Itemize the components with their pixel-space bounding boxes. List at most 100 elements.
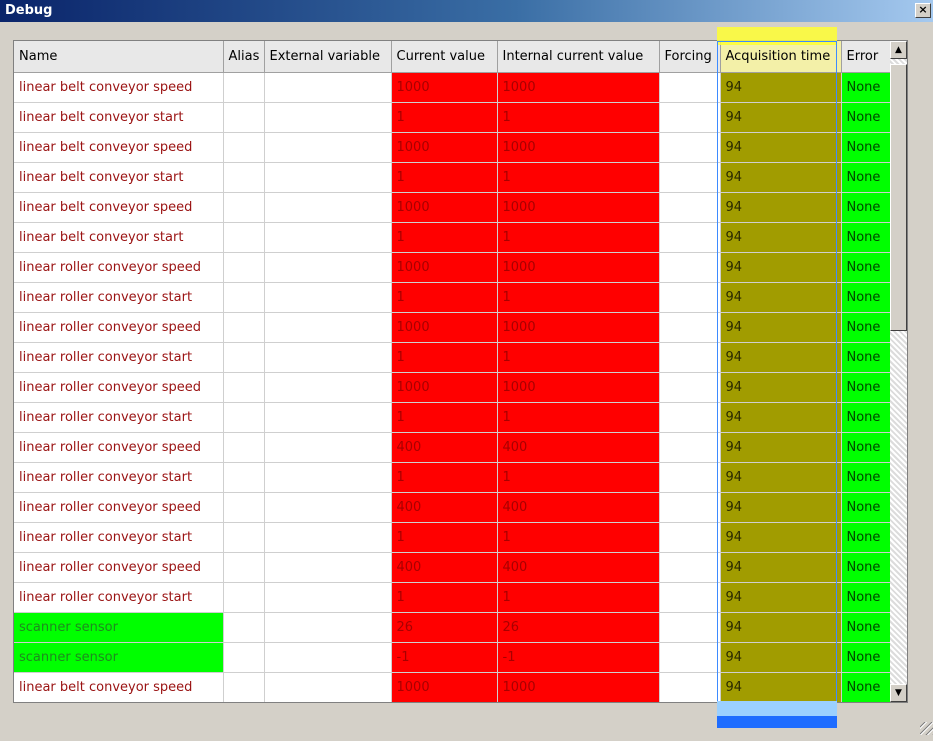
cell-external-variable[interactable] — [264, 222, 392, 253]
cell-current-value[interactable]: 400 — [391, 432, 498, 463]
cell-error[interactable]: None — [841, 312, 891, 343]
cell-name[interactable]: linear roller conveyor speed — [14, 252, 224, 283]
cell-alias[interactable] — [223, 462, 265, 493]
cell-external-variable[interactable] — [264, 672, 392, 702]
cell-current-value[interactable]: 26 — [391, 612, 498, 643]
table-row[interactable]: linear belt conveyor start 1 1 94 None — [14, 102, 891, 133]
cell-name[interactable]: scanner sensor — [14, 612, 224, 643]
cell-internal-current-value[interactable]: 400 — [497, 492, 660, 523]
cell-internal-current-value[interactable]: 1 — [497, 342, 660, 373]
cell-error[interactable]: None — [841, 222, 891, 253]
cell-acquisition-time[interactable]: 94 — [720, 522, 842, 553]
cell-alias[interactable] — [223, 72, 265, 103]
cell-name[interactable]: linear roller conveyor speed — [14, 372, 224, 403]
cell-name[interactable]: linear roller conveyor speed — [14, 492, 224, 523]
cell-current-value[interactable]: 1 — [391, 162, 498, 193]
cell-alias[interactable] — [223, 642, 265, 673]
cell-error[interactable]: None — [841, 522, 891, 553]
table-row[interactable]: linear belt conveyor speed 1000 1000 94 None — [14, 132, 891, 163]
cell-internal-current-value[interactable]: 1 — [497, 582, 660, 613]
cell-forcing[interactable] — [659, 222, 721, 253]
cell-name[interactable]: linear roller conveyor speed — [14, 552, 224, 583]
cell-error[interactable]: None — [841, 672, 891, 702]
cell-forcing[interactable] — [659, 642, 721, 673]
table-row[interactable]: linear roller conveyor speed 1000 1000 94 No… — [14, 312, 891, 343]
cell-current-value[interactable]: 1 — [391, 282, 498, 313]
table-row[interactable]: linear roller conveyor speed 400 400 94 None — [14, 492, 891, 523]
cell-acquisition-time[interactable]: 94 — [720, 582, 842, 613]
arrow-down-icon[interactable]: ▼ — [890, 684, 907, 702]
cell-current-value[interactable]: 1 — [391, 342, 498, 373]
cell-forcing[interactable] — [659, 72, 721, 103]
cell-error[interactable]: None — [841, 372, 891, 403]
cell-name[interactable]: linear belt conveyor start — [14, 222, 224, 253]
table-row[interactable]: linear belt conveyor speed 1000 1000 94 None — [14, 672, 891, 702]
cell-current-value[interactable]: 400 — [391, 552, 498, 583]
cell-acquisition-time[interactable]: 94 — [720, 102, 842, 133]
table-row[interactable]: linear belt conveyor speed 1000 1000 94 None — [14, 192, 891, 223]
cell-alias[interactable] — [223, 132, 265, 163]
cell-external-variable[interactable] — [264, 642, 392, 673]
cell-alias[interactable] — [223, 342, 265, 373]
cell-current-value[interactable]: 1000 — [391, 672, 498, 702]
cell-alias[interactable] — [223, 102, 265, 133]
cell-forcing[interactable] — [659, 552, 721, 583]
cell-acquisition-time[interactable]: 94 — [720, 432, 842, 463]
cell-forcing[interactable] — [659, 462, 721, 493]
cell-current-value[interactable]: 1 — [391, 582, 498, 613]
cell-alias[interactable] — [223, 672, 265, 702]
cell-internal-current-value[interactable]: 26 — [497, 612, 660, 643]
header-name[interactable]: Name — [14, 41, 224, 73]
arrow-up-icon[interactable]: ▲ — [890, 41, 907, 59]
cell-alias[interactable] — [223, 252, 265, 283]
cell-internal-current-value[interactable]: 400 — [497, 552, 660, 583]
cell-current-value[interactable]: 1 — [391, 222, 498, 253]
cell-error[interactable]: None — [841, 582, 891, 613]
cell-alias[interactable] — [223, 372, 265, 403]
cell-forcing[interactable] — [659, 672, 721, 702]
cell-alias[interactable] — [223, 222, 265, 253]
cell-internal-current-value[interactable]: 1000 — [497, 252, 660, 283]
cell-current-value[interactable]: 1000 — [391, 372, 498, 403]
cell-alias[interactable] — [223, 522, 265, 553]
close-button[interactable]: × — [915, 3, 931, 18]
cell-forcing[interactable] — [659, 492, 721, 523]
cell-error[interactable]: None — [841, 492, 891, 523]
cell-current-value[interactable]: 1 — [391, 402, 498, 433]
cell-acquisition-time[interactable]: 94 — [720, 252, 842, 283]
cell-internal-current-value[interactable]: 1 — [497, 222, 660, 253]
cell-name[interactable]: linear belt conveyor start — [14, 102, 224, 133]
cell-forcing[interactable] — [659, 342, 721, 373]
cell-current-value[interactable]: 1 — [391, 522, 498, 553]
cell-acquisition-time[interactable]: 94 — [720, 222, 842, 253]
cell-name[interactable]: linear belt conveyor speed — [14, 72, 224, 103]
header-current-value[interactable]: Current value — [391, 41, 498, 73]
cell-forcing[interactable] — [659, 282, 721, 313]
cell-name[interactable]: linear roller conveyor start — [14, 402, 224, 433]
cell-forcing[interactable] — [659, 252, 721, 283]
cell-error[interactable]: None — [841, 402, 891, 433]
cell-error[interactable]: None — [841, 432, 891, 463]
cell-current-value[interactable]: 1000 — [391, 132, 498, 163]
cell-name[interactable]: linear belt conveyor speed — [14, 132, 224, 163]
cell-error[interactable]: None — [841, 462, 891, 493]
cell-alias[interactable] — [223, 162, 265, 193]
cell-current-value[interactable]: 1000 — [391, 72, 498, 103]
cell-alias[interactable] — [223, 312, 265, 343]
cell-internal-current-value[interactable]: 1000 — [497, 672, 660, 702]
cell-internal-current-value[interactable]: 1 — [497, 402, 660, 433]
cell-name[interactable]: linear roller conveyor start — [14, 342, 224, 373]
cell-external-variable[interactable] — [264, 342, 392, 373]
cell-forcing[interactable] — [659, 102, 721, 133]
scrollbar-thumb[interactable] — [890, 64, 907, 331]
cell-current-value[interactable]: 1 — [391, 462, 498, 493]
cell-internal-current-value[interactable]: 1000 — [497, 132, 660, 163]
cell-internal-current-value[interactable]: 1 — [497, 522, 660, 553]
cell-acquisition-time[interactable]: 94 — [720, 342, 842, 373]
table-row[interactable]: linear roller conveyor start 1 1 94 None — [14, 462, 891, 493]
cell-acquisition-time[interactable]: 94 — [720, 372, 842, 403]
cell-alias[interactable] — [223, 192, 265, 223]
header-alias[interactable]: Alias — [223, 41, 265, 73]
cell-forcing[interactable] — [659, 522, 721, 553]
cell-acquisition-time[interactable]: 94 — [720, 672, 842, 702]
